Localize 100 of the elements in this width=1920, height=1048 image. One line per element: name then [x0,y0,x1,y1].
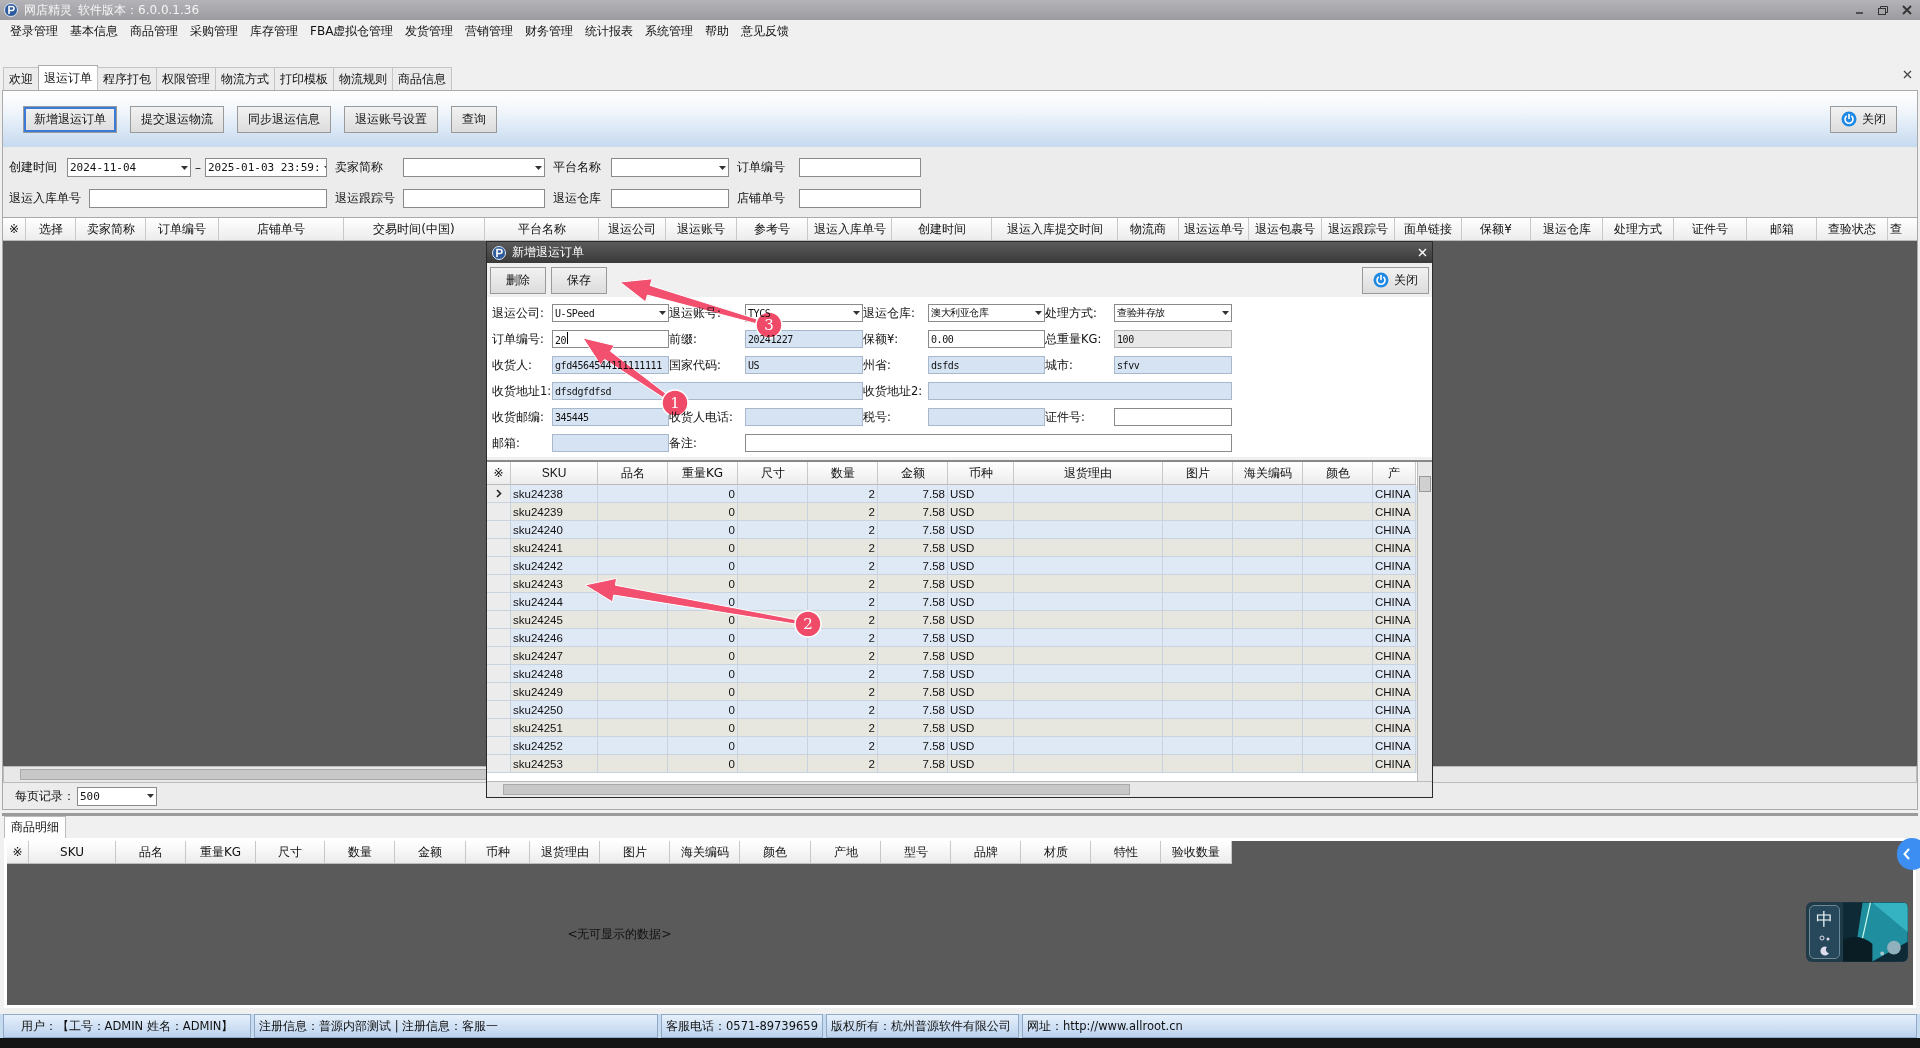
input-field[interactable] [89,189,327,208]
toolbar-button[interactable]: 查询 [451,105,497,133]
menu-item[interactable]: 基本信息 [64,22,124,40]
punctuation-icon[interactable] [1818,934,1831,943]
menu-item[interactable]: 登录管理 [4,22,64,40]
dropdown[interactable]: U-SPeed [552,304,669,322]
menu-item[interactable]: 营销管理 [459,22,520,40]
column-header[interactable]: 邮箱 [1747,218,1817,241]
column-header[interactable]: SKU [29,841,116,864]
close-icon[interactable] [1903,70,1912,79]
menu-item[interactable]: 商品管理 [124,22,184,40]
close-button[interactable]: 关闭 [1362,266,1429,294]
column-header[interactable]: 卖家简称 [76,218,146,241]
column-header[interactable]: 退运公司 [599,218,666,241]
input-field[interactable] [403,189,545,208]
column-header[interactable]: 退货理由 [530,841,600,864]
column-header[interactable]: 退运包裹号 [1249,218,1322,241]
moon-icon[interactable] [1819,946,1830,957]
input-field[interactable]: dsfds [928,356,1045,374]
close-icon[interactable] [1902,5,1912,15]
input-field[interactable] [611,189,729,208]
column-header[interactable]: 金额 [395,841,466,864]
input-field[interactable] [799,158,921,177]
column-header[interactable]: 产 [1373,462,1416,485]
column-header[interactable]: 颜色 [1303,462,1373,485]
toolbar-button[interactable]: 退运账号设置 [344,105,438,133]
column-header[interactable]: 证件号 [1674,218,1747,241]
tab[interactable]: 欢迎 [3,67,39,90]
column-header[interactable]: 选择 [26,218,76,241]
toolbar-button[interactable]: 同步退运信息 [237,105,331,133]
column-header[interactable]: ※ [7,841,29,864]
toolbar-button[interactable]: 提交退运物流 [130,105,224,133]
toolbar-button[interactable]: 删除 [490,266,546,294]
column-header[interactable]: 数量 [325,841,395,864]
tab[interactable]: 退运订单 [38,65,98,90]
column-header[interactable]: 品名 [116,841,186,864]
close-button[interactable]: 关闭 [1830,105,1897,133]
column-header[interactable]: 交易时间(中国) [344,218,485,241]
column-header[interactable]: 尺寸 [738,462,808,485]
column-header[interactable]: ※ [3,218,26,241]
column-header[interactable]: 创建时间 [892,218,992,241]
vertical-scrollbar[interactable] [1417,462,1432,781]
column-header[interactable]: 尺寸 [256,841,325,864]
tab[interactable]: 商品明细 [4,816,66,838]
input-field[interactable]: 20241227 [745,330,863,348]
input-field[interactable] [928,382,1232,400]
column-header[interactable]: 型号 [881,841,951,864]
menu-item[interactable]: 发货管理 [399,22,460,40]
column-header[interactable]: 品牌 [951,841,1021,864]
dropdown[interactable] [611,158,729,177]
dropdown[interactable] [403,158,545,177]
input-field[interactable]: 20 [552,330,669,348]
column-header[interactable]: 金额 [878,462,948,485]
column-header[interactable]: SKU [511,462,598,485]
tab[interactable]: 权限管理 [156,67,216,90]
date-picker[interactable]: 2025-01-03 23:59: [205,158,327,177]
input-field[interactable] [552,434,669,452]
date-picker[interactable]: 2024-11-04 [67,158,191,177]
menu-item[interactable]: FBA虚拟仓管理 [304,22,400,40]
toolbar-button[interactable]: 保存 [551,266,607,294]
column-header[interactable]: 退运入库提交时间 [992,218,1118,241]
toolbar-button[interactable]: 新增退运订单 [23,105,117,133]
menu-item[interactable]: 帮助 [699,22,736,40]
column-header[interactable]: 币种 [948,462,1014,485]
dropdown[interactable]: 500 [77,786,157,806]
ime-panel[interactable]: 中 [1806,902,1908,962]
column-header[interactable]: 处理方式 [1603,218,1674,241]
column-header[interactable]: 退运仓库 [1531,218,1603,241]
column-header[interactable]: 退运账号 [666,218,737,241]
dropdown[interactable]: 澳大利亚仓库 [928,304,1045,322]
tab[interactable]: 物流方式 [215,67,275,90]
column-header[interactable]: 图片 [600,841,670,864]
column-header[interactable]: 海关编码 [670,841,740,864]
row-header[interactable] [487,485,511,503]
column-header[interactable]: 退运入库单号 [808,218,892,241]
column-header[interactable]: 颜色 [740,841,811,864]
column-header[interactable]: 退运跟踪号 [1322,218,1395,241]
column-header[interactable]: 退货理由 [1014,462,1163,485]
column-header[interactable]: 重量KG [186,841,256,864]
tab[interactable]: 物流规则 [333,67,393,90]
menu-item[interactable]: 意见反馈 [735,22,796,40]
column-header[interactable]: 面单链接 [1395,218,1462,241]
column-header[interactable]: 数量 [808,462,878,485]
column-header[interactable]: 参考号 [737,218,808,241]
input-field[interactable] [928,408,1045,426]
input-field[interactable] [745,434,1232,452]
input-field[interactable]: sfvv [1114,356,1232,374]
input-field[interactable]: 345445 [552,408,669,426]
input-field[interactable]: US [745,356,863,374]
menu-item[interactable]: 采购管理 [184,22,244,40]
dropdown[interactable]: 查验并存放 [1114,304,1232,322]
tab[interactable]: 商品信息 [392,67,452,90]
column-header[interactable]: 材质 [1021,841,1091,864]
column-header[interactable]: 退运运单号 [1179,218,1249,241]
column-header[interactable]: 订单编号 [146,218,219,241]
column-header[interactable]: 验收数量 [1161,841,1232,864]
restore-icon[interactable] [1878,5,1888,15]
tab[interactable]: 打印模板 [274,67,334,90]
input-field[interactable] [1114,408,1232,426]
column-header[interactable]: 物流商 [1118,218,1179,241]
